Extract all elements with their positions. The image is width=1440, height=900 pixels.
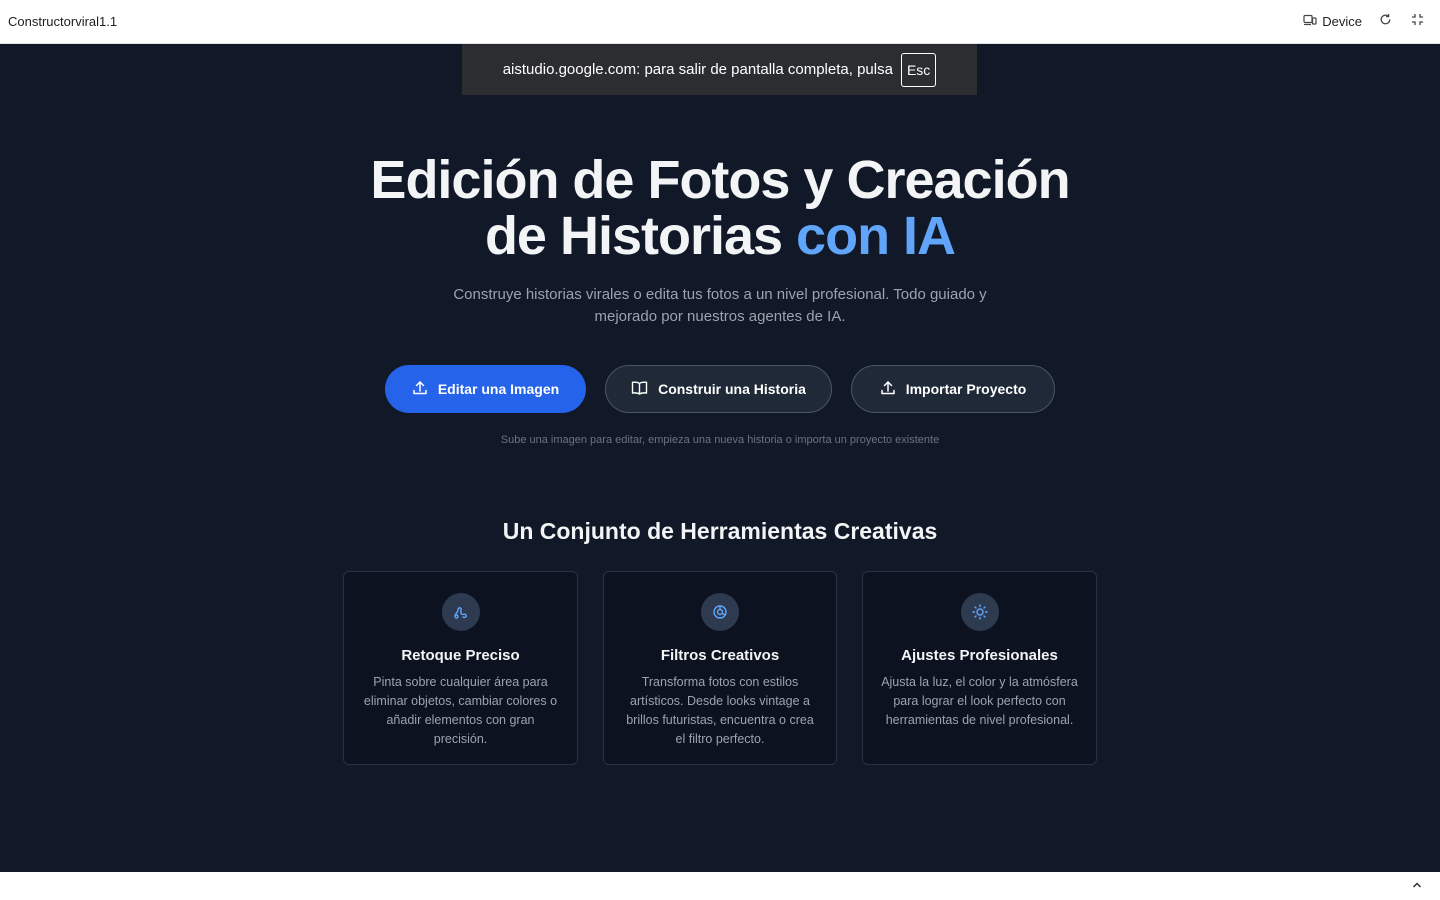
bottom-bar xyxy=(0,872,1440,900)
exit-fullscreen-button[interactable] xyxy=(1408,13,1426,31)
tool-cards: Retoque Preciso Pinta sobre cualquier ár… xyxy=(343,571,1097,765)
device-icon xyxy=(1303,14,1317,29)
cta-hint: Sube una imagen para editar, empieza una… xyxy=(500,434,940,446)
edit-image-button[interactable]: Editar una Imagen xyxy=(385,365,586,413)
top-actions: Device xyxy=(1303,13,1432,31)
hero-subtitle: Construye historias virales o edita tus … xyxy=(453,286,987,325)
device-button[interactable]: Device xyxy=(1303,14,1362,29)
tool-card-filtros: Filtros Creativos Transforma fotos con e… xyxy=(603,571,837,765)
tool-card-title: Retoque Preciso xyxy=(401,647,520,664)
hero-title: Edición de Fotos y Creación de Historias… xyxy=(0,152,1440,264)
app-title: Constructorviral1.1 xyxy=(8,14,118,29)
import-project-label: Importar Proyecto xyxy=(905,381,1027,397)
import-project-button[interactable]: Importar Proyecto xyxy=(851,365,1055,413)
tool-card-description: Transforma fotos con estilos artísticos.… xyxy=(626,675,814,746)
tools-heading: Un Conjunto de Herramientas Creativas xyxy=(502,518,938,544)
upload-icon xyxy=(412,380,428,399)
cta-row: Editar una Imagen Construir una Historia… xyxy=(0,365,1440,413)
build-story-button[interactable]: Construir una Historia xyxy=(605,365,832,413)
tool-card-retoque: Retoque Preciso Pinta sobre cualquier ár… xyxy=(343,571,578,765)
tool-card-description: Ajusta la luz, el color y la atmósfera p… xyxy=(881,675,1078,727)
exit-fullscreen-icon xyxy=(1411,13,1424,31)
refresh-button[interactable] xyxy=(1376,13,1394,31)
hero-title-line2: de Historias xyxy=(484,206,797,266)
chevron-up-icon xyxy=(1412,876,1422,894)
hero-title-line1: Edición de Fotos y Creación xyxy=(370,150,1070,210)
palette-icon xyxy=(701,593,739,631)
tool-card-description: Pinta sobre cualquier área para eliminar… xyxy=(363,675,558,746)
sun-icon xyxy=(960,593,999,631)
hero-title-accent: con IA xyxy=(796,206,956,266)
expand-panel-button[interactable] xyxy=(1410,878,1424,892)
edit-image-label: Editar una Imagen xyxy=(437,381,560,397)
tool-card-title: Ajustes Profesionales xyxy=(901,647,1058,664)
esc-key: Esc xyxy=(900,52,937,87)
device-label: Device xyxy=(1322,14,1362,29)
fullscreen-notice: aistudio.google.com: para salir de panta… xyxy=(462,44,977,95)
book-icon xyxy=(631,380,648,399)
import-icon xyxy=(880,380,896,399)
top-bar: Constructorviral1.1 Device xyxy=(0,0,1440,44)
refresh-icon xyxy=(1379,13,1392,31)
tool-card-ajustes: Ajustes Profesionales Ajusta la luz, el … xyxy=(862,571,1097,765)
build-story-label: Construir una Historia xyxy=(658,381,806,397)
fullscreen-notice-text: aistudio.google.com: para salir de panta… xyxy=(502,61,893,78)
app-stage: aistudio.google.com: para salir de panta… xyxy=(0,44,1440,872)
tool-card-title: Filtros Creativos xyxy=(660,647,780,664)
brush-icon xyxy=(441,593,480,631)
